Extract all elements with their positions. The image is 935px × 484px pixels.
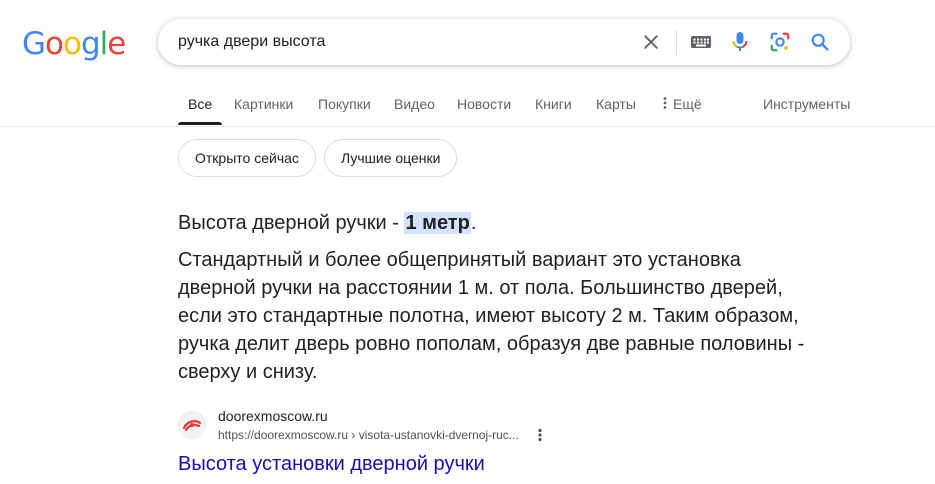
tab-books[interactable]: Книги: [535, 96, 572, 112]
site-name[interactable]: doorexmoscow.ru: [218, 408, 328, 424]
logo-letter: l: [99, 26, 109, 62]
site-url[interactable]: https://doorexmoscow.ru › visota-ustanov…: [218, 428, 519, 442]
answer-highlight: 1 метр: [404, 212, 471, 234]
logo-letter: g: [80, 26, 101, 62]
featured-snippet-text: Стандартный и более общепринятый вариант…: [178, 249, 805, 383]
logo-letter: G: [22, 26, 46, 62]
tab-maps[interactable]: Карты: [596, 96, 636, 112]
search-results-page: Google ручка двери высота Все Картинки П…: [0, 0, 935, 484]
active-tab-indicator: [178, 122, 222, 125]
chip-top-rated[interactable]: Лучшие оценки: [324, 139, 458, 177]
tab-images[interactable]: Картинки: [234, 96, 293, 112]
tab-videos[interactable]: Видео: [394, 96, 435, 112]
answer-prefix: Высота дверной ручки -: [178, 212, 405, 234]
chip-open-now[interactable]: Открыто сейчас: [178, 139, 316, 177]
result-options-icon[interactable]: [533, 427, 547, 443]
google-logo[interactable]: Google: [22, 24, 126, 64]
tools-button[interactable]: Инструменты: [763, 96, 850, 112]
answer-suffix: .: [470, 212, 477, 234]
search-input[interactable]: [178, 31, 618, 53]
tab-more-label: Ещё: [673, 96, 702, 112]
tab-all[interactable]: Все: [188, 96, 212, 112]
logo-letter: e: [107, 26, 126, 62]
tab-news[interactable]: Новости: [457, 96, 511, 112]
lens-icon[interactable]: [768, 30, 792, 54]
search-tabs: Все Картинки Покупки Видео Новости Книги…: [0, 86, 935, 127]
search-divider: [676, 30, 677, 55]
result-title-link[interactable]: Высота установки дверной ручки: [178, 450, 485, 478]
tab-more[interactable]: Ещё: [662, 96, 702, 112]
doorex-logo-icon: [182, 420, 202, 432]
more-vert-icon: [663, 97, 667, 109]
tab-shopping[interactable]: Покупки: [318, 96, 371, 112]
logo-letter: o: [45, 26, 64, 62]
microphone-icon[interactable]: [728, 30, 752, 54]
site-favicon[interactable]: [178, 411, 206, 439]
featured-answer: Высота дверной ручки - 1 метр.: [178, 209, 476, 237]
keyboard-icon[interactable]: [689, 30, 713, 54]
search-box: [158, 19, 850, 65]
search-icon[interactable]: [808, 30, 832, 54]
logo-letter: o: [63, 26, 82, 62]
clear-icon[interactable]: [639, 30, 663, 54]
